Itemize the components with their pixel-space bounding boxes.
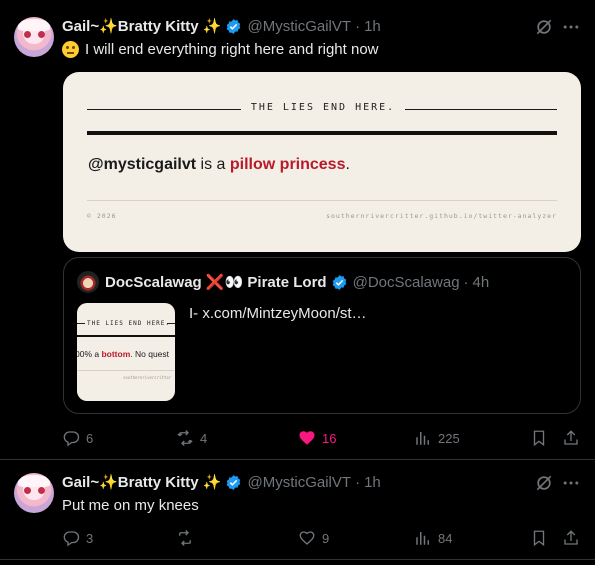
display-name[interactable]: Gail~✨Bratty Kitty ✨ xyxy=(62,473,221,491)
separator-dot: · xyxy=(463,273,469,291)
verified-badge-icon xyxy=(227,474,241,490)
timestamp[interactable]: 1h xyxy=(364,474,381,491)
thumb-highlight: bottom xyxy=(101,349,131,359)
reply-button[interactable]: 3 xyxy=(62,528,93,548)
thumb-statement: 00% a bottom. No quest xyxy=(77,349,169,359)
repost-icon xyxy=(177,430,193,446)
view-count: 225 xyxy=(438,430,460,446)
divider xyxy=(77,370,175,371)
divider-thick xyxy=(77,335,175,337)
divider xyxy=(87,109,241,110)
bookmark-button[interactable] xyxy=(530,428,548,448)
quoted-tweet[interactable]: DocScalawag ❌👀 Pirate Lord @DocScalawag … xyxy=(63,257,581,414)
image-card[interactable]: THE LIES END HERE. @mysticgailvt is a pi… xyxy=(63,72,581,252)
repost-button[interactable] xyxy=(176,528,200,548)
card-statement: @mysticgailvt is a pillow princess. xyxy=(88,156,350,174)
reply-count: 6 xyxy=(86,430,94,446)
views-button[interactable]: 84 xyxy=(414,528,452,548)
quote-handle[interactable]: @DocScalawag xyxy=(353,274,460,291)
thumb-title: THE LIES END HERE. xyxy=(87,320,171,327)
verified-badge-icon xyxy=(227,18,241,34)
reply-icon xyxy=(63,531,80,547)
reply-count: 3 xyxy=(86,530,94,546)
quote-timestamp[interactable]: 4h xyxy=(473,274,490,291)
quote-header: DocScalawag ❌👀 Pirate Lord @DocScalawag … xyxy=(105,271,489,293)
tweet-text: I will end everything right here and rig… xyxy=(62,40,379,58)
quote-display-name[interactable]: DocScalawag ❌👀 Pirate Lord xyxy=(105,273,327,291)
divider xyxy=(167,323,175,324)
divider-thick xyxy=(87,131,557,135)
thumb-url: southernrivercritter xyxy=(123,375,172,380)
tweet[interactable]: Gail~✨Bratty Kitty ✨ @MysticGailVT · 1h … xyxy=(0,0,595,460)
repost-button[interactable]: 4 xyxy=(176,428,207,448)
neutral-face-emoji-icon xyxy=(62,40,79,58)
avatar[interactable] xyxy=(14,17,54,57)
share-button[interactable] xyxy=(562,528,580,548)
more-icon[interactable] xyxy=(561,17,581,37)
card-url: southernrivercritter.github.io/twitter-a… xyxy=(326,212,557,220)
reply-icon xyxy=(63,431,80,447)
card-highlight: pillow princess xyxy=(229,156,346,173)
card-end: . xyxy=(345,156,350,173)
thumb-before: 00% a xyxy=(77,349,102,359)
display-name[interactable]: Gail~✨Bratty Kitty ✨ xyxy=(62,17,221,35)
separator-dot: · xyxy=(355,17,361,35)
action-bar: 6 4 16 225 xyxy=(62,428,582,448)
share-icon xyxy=(564,530,578,545)
verified-badge-icon xyxy=(332,274,346,290)
reply-button[interactable]: 6 xyxy=(62,428,93,448)
like-count: 16 xyxy=(322,430,337,446)
repost-icon xyxy=(179,530,191,546)
card-copyright: © 2026 xyxy=(87,212,117,220)
action-bar: 3 9 84 xyxy=(62,528,582,548)
divider xyxy=(405,109,557,110)
tweet-header: Gail~✨Bratty Kitty ✨ @MysticGailVT · 1h xyxy=(62,15,381,37)
timestamp[interactable]: 1h xyxy=(364,18,381,35)
quote-thumbnail[interactable]: THE LIES END HERE. 00% a bottom. No ques… xyxy=(77,303,175,401)
bookmark-icon xyxy=(533,430,545,447)
avatar[interactable] xyxy=(14,473,54,513)
views-button[interactable]: 225 xyxy=(414,428,460,448)
card-user: @mysticgailvt xyxy=(88,156,197,173)
tweet-text: Put me on my knees xyxy=(62,496,199,514)
repost-count: 4 xyxy=(200,430,208,446)
bookmark-button[interactable] xyxy=(530,528,548,548)
tweet-header: Gail~✨Bratty Kitty ✨ @MysticGailVT · 1h xyxy=(62,471,381,493)
view-count: 84 xyxy=(438,530,453,546)
tweet[interactable]: Gail~✨Bratty Kitty ✨ @MysticGailVT · 1h … xyxy=(0,460,595,560)
thumb-after: . No quest xyxy=(130,349,170,359)
share-button[interactable] xyxy=(562,428,580,448)
grok-icon[interactable] xyxy=(534,17,554,37)
like-icon xyxy=(299,431,315,445)
like-button[interactable]: 9 xyxy=(298,528,329,548)
grok-icon[interactable] xyxy=(534,473,554,493)
views-icon xyxy=(416,432,429,445)
separator-dot: · xyxy=(355,473,361,491)
card-middle: is a xyxy=(196,156,230,173)
like-icon xyxy=(299,531,315,545)
tweet-text-content: I will end everything right here and rig… xyxy=(85,40,379,58)
divider xyxy=(87,200,557,201)
views-icon xyxy=(416,532,429,545)
divider xyxy=(77,323,85,324)
share-icon xyxy=(564,430,578,445)
like-count: 9 xyxy=(322,530,330,546)
card-title: THE LIES END HERE. xyxy=(250,102,396,113)
quote-avatar[interactable] xyxy=(77,271,99,293)
bookmark-icon xyxy=(533,530,545,547)
handle[interactable]: @MysticGailVT xyxy=(247,18,351,35)
more-icon[interactable] xyxy=(561,473,581,493)
handle[interactable]: @MysticGailVT xyxy=(247,474,351,491)
like-button[interactable]: 16 xyxy=(298,428,336,448)
quote-text[interactable]: I- x.com/MintzeyMoon/st… xyxy=(189,305,367,322)
